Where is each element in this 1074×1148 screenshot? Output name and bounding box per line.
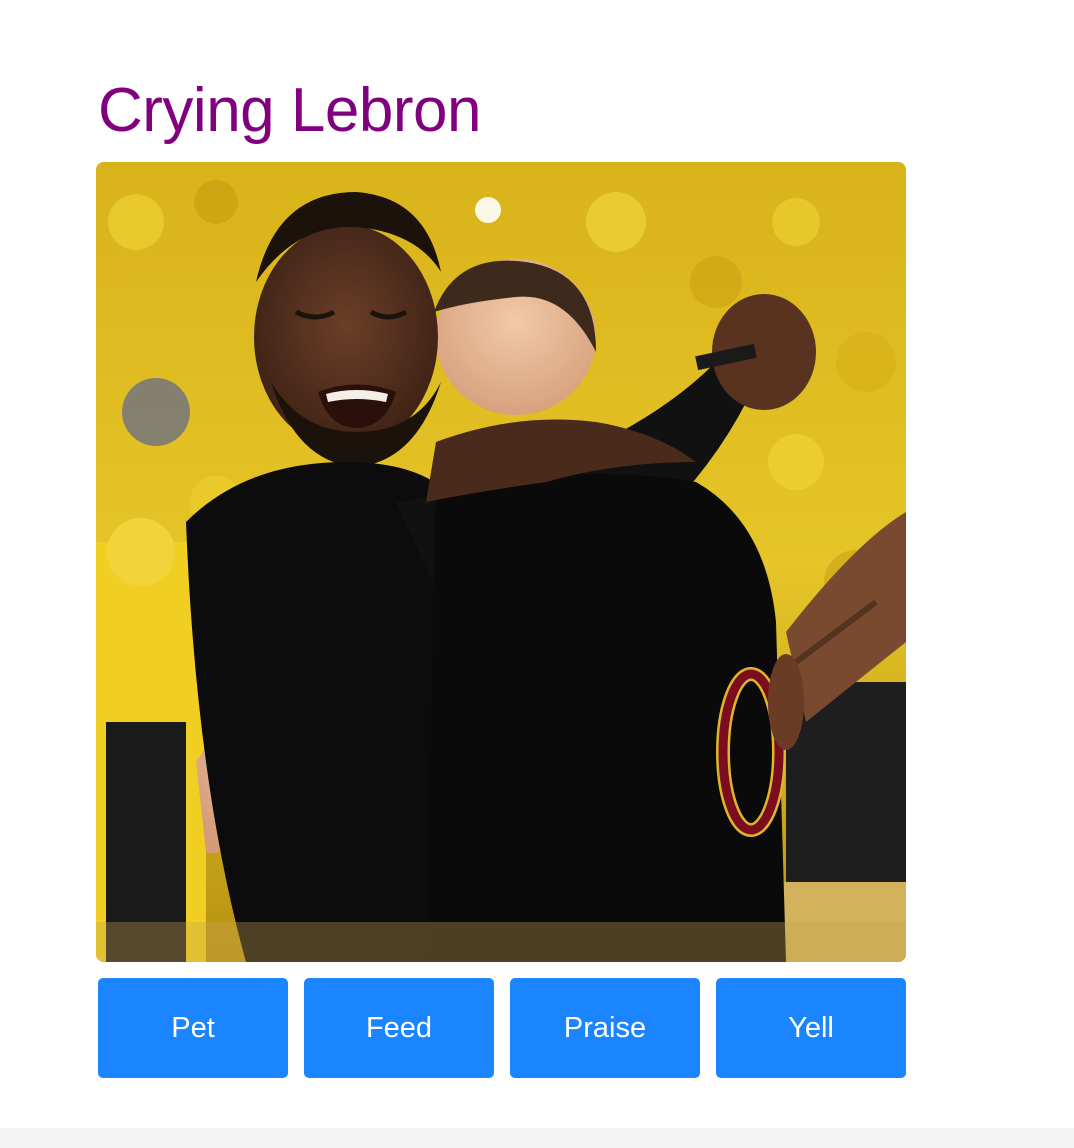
action-button-row: Pet Feed Praise Yell <box>98 978 906 1078</box>
feed-button[interactable]: Feed <box>304 978 494 1078</box>
page: Crying Lebron Pet Feed Praise Yell <box>0 0 1074 1148</box>
lebron-photo <box>96 162 906 962</box>
praise-button[interactable]: Praise <box>510 978 700 1078</box>
pet-button[interactable]: Pet <box>98 978 288 1078</box>
yell-button[interactable]: Yell <box>716 978 906 1078</box>
page-title: Crying Lebron <box>98 76 481 145</box>
